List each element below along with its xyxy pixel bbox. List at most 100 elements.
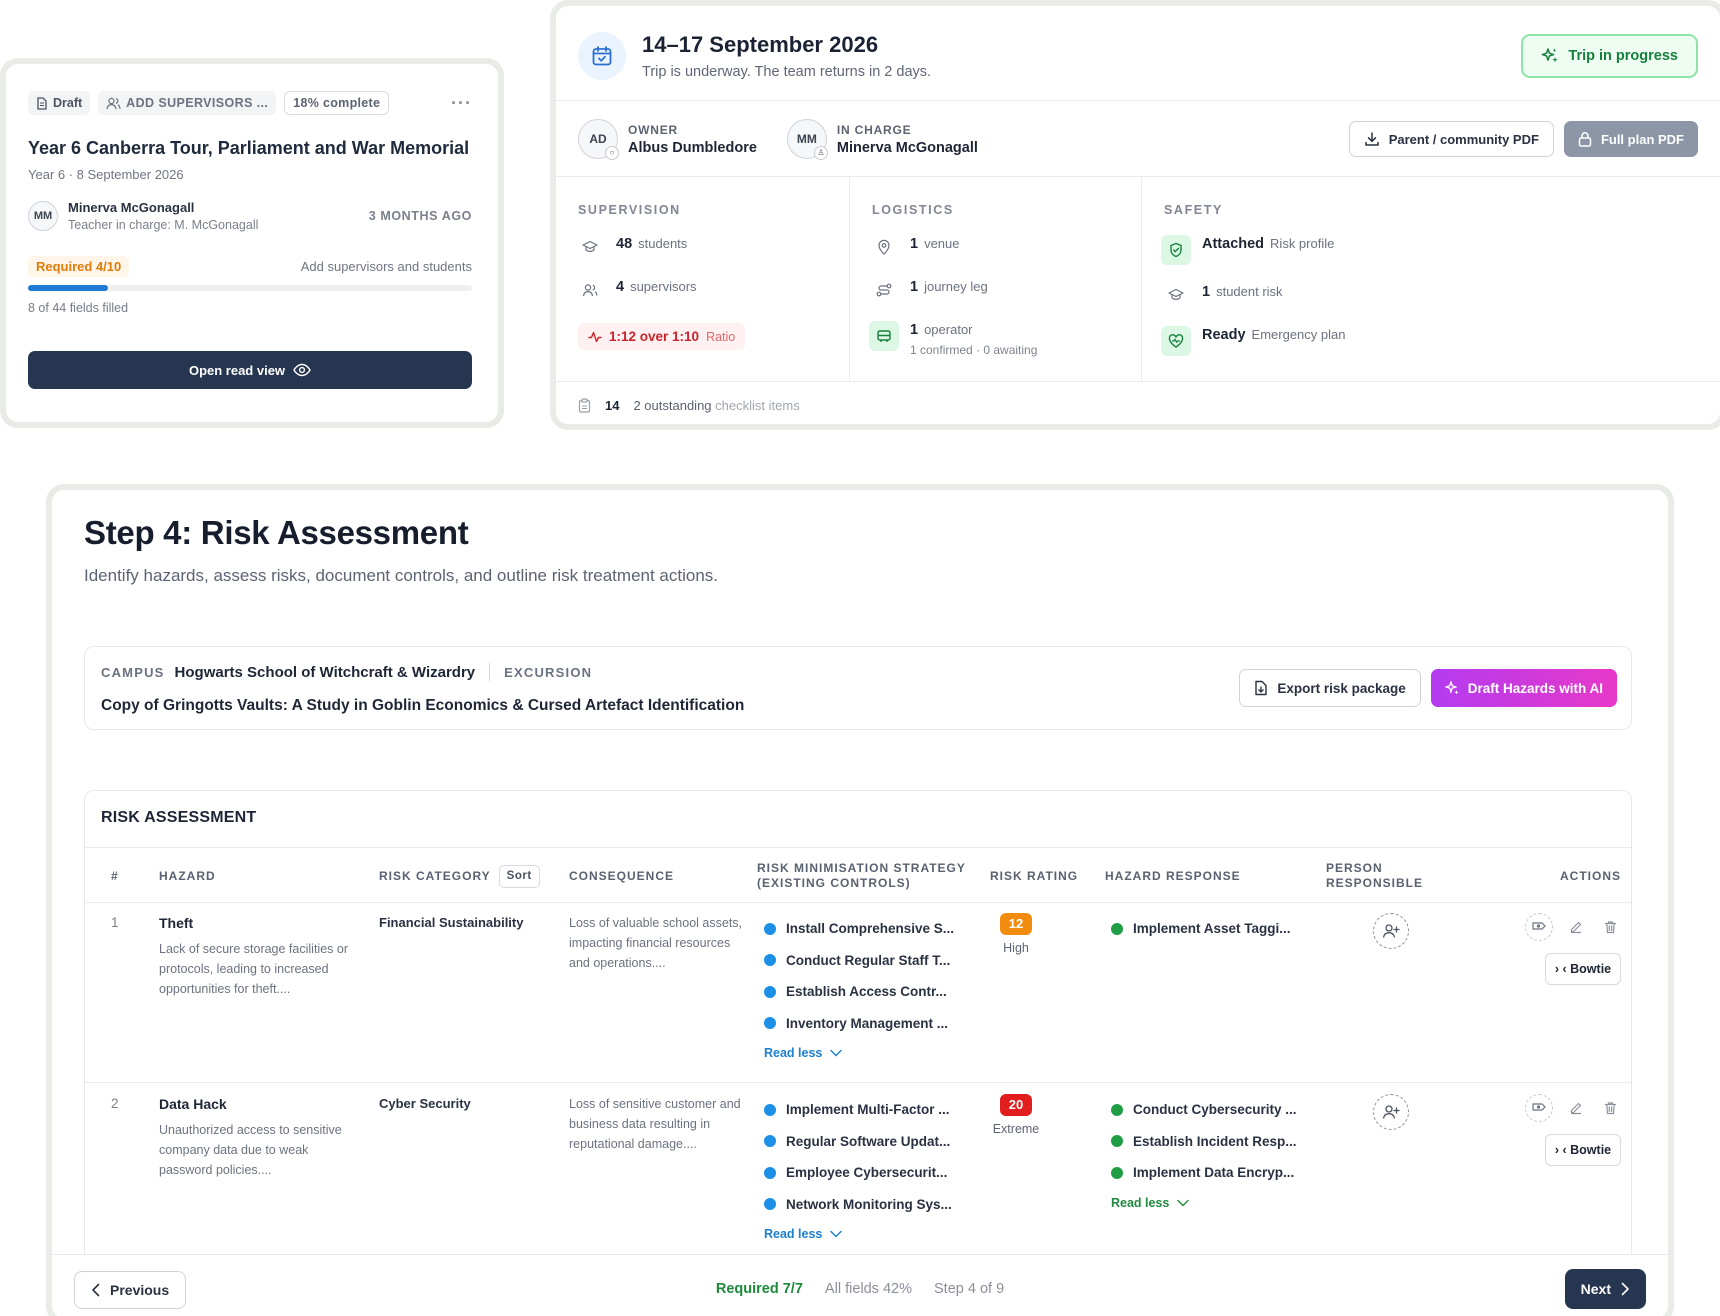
response-item[interactable]: Implement Asset Taggi... [1111,913,1311,945]
control-item[interactable]: Establish Access Contr... [764,976,954,1008]
table-title: RISK ASSESSMENT [101,809,257,826]
full-plan-pdf-button[interactable]: Full plan PDF [1563,121,1698,157]
read-less-label: Read less [764,1046,823,1060]
hazard-description: Lack of secure storage facilities or pro… [159,942,348,996]
response-item[interactable]: Conduct Cybersecurity ... [1111,1094,1311,1126]
sort-button[interactable]: Sort [498,864,540,888]
col-consequence: CONSEQUENCE [569,868,675,883]
avatar: AD ○ [578,119,619,160]
operator-stat: 1 operator 1 confirmed · 0 awaiting [869,321,1119,357]
control-item[interactable]: Inventory Management ... [764,1008,954,1040]
control-item[interactable]: Regular Software Updat... [764,1126,952,1158]
control-item[interactable]: Conduct Regular Staff T... [764,945,954,977]
bullet-dot-icon [1111,1166,1123,1179]
bowtie-button[interactable]: › ‹ Bowtie [1545,953,1621,985]
risk-assessment-step: Step 4: Risk Assessment Identify hazards… [46,484,1674,1316]
next-button[interactable]: Next [1564,1269,1646,1309]
response-read-less-toggle[interactable]: Read less [1111,1189,1311,1217]
hazard-name[interactable]: Data Hack [159,1096,359,1112]
consequence: Loss of valuable school assets, impactin… [569,916,743,970]
parent-pdf-label: Parent / community PDF [1388,131,1539,147]
control-text: Regular Software Updat... [786,1133,951,1149]
route-icon [872,278,896,302]
table-row: 1 Theft Lack of secure storage facilitie… [85,903,1631,1083]
control-item[interactable]: Employee Cybersecurit... [764,1157,952,1189]
controls-list: Implement Multi-Factor ... Regular Softwa… [764,1094,952,1248]
journey-stat: 1 journey leg [872,278,1119,303]
trip-summary-card: Draft ADD SUPERVISORS ... 18% complete ·… [0,58,504,428]
control-text: Employee Cybersecurit... [786,1165,948,1181]
row-number: 1 [111,915,119,930]
assign-person-button[interactable] [1373,1094,1409,1130]
trash-icon[interactable] [1599,916,1621,938]
bullet-dot-icon [1111,1103,1123,1116]
status-badge: Draft [28,91,91,115]
progress-fill [28,285,108,291]
students-label: students [638,236,688,251]
supervisors-stat: 4 supervisors [578,278,827,303]
controls-read-less-toggle[interactable]: Read less [764,1039,954,1067]
in-charge: MM ♙ IN CHARGE Minerva McGonagall [786,119,978,160]
risk-category: Cyber Security [379,1096,471,1111]
sparkle-icon [1444,680,1459,695]
more-dots-icon[interactable]: ··· [451,93,472,114]
table-header: # HAZARD RISK CATEGORY Sort CONSEQUENCE … [85,847,1631,903]
control-item[interactable]: Network Monitoring Sys... [764,1189,952,1221]
view-hazard-icon[interactable] [1525,913,1553,941]
download-icon [1364,132,1379,146]
control-text: Conduct Regular Staff T... [786,952,951,968]
add-supervisors-pill[interactable]: ADD SUPERVISORS ... [98,91,277,115]
view-hazard-icon[interactable] [1525,1094,1553,1122]
risk-level: Extreme [992,1122,1040,1136]
trip-dates: 14–17 September 2026 [642,32,879,57]
status-label: Draft [53,96,83,110]
control-item[interactable]: Implement Multi-Factor ... [764,1094,952,1126]
parent-pdf-button[interactable]: Parent / community PDF [1348,121,1554,157]
col-actions: ACTIONS [1560,868,1621,883]
trip-in-progress-button[interactable]: Trip in progress [1521,34,1698,78]
trash-icon[interactable] [1599,1097,1621,1119]
excursion-value: Copy of Gringotts Vaults: A Study in Gob… [101,697,745,714]
ai-label: Draft Hazards with AI [1467,680,1603,696]
trip-title[interactable]: Year 6 Canberra Tour, Parliament and War… [28,138,472,159]
teacher-name: Minerva McGonagall [68,200,195,215]
hazard-name[interactable]: Theft [159,915,359,931]
control-text: Network Monitoring Sys... [786,1196,952,1212]
step-progress: Required 7/7 All fields 42% Step 4 of 9 [52,1281,1668,1297]
assign-person-button[interactable] [1373,913,1409,949]
add-user-icon [1373,1094,1409,1130]
col-strategy-line2: (EXISTING CONTROLS) [757,876,911,890]
control-text: Implement Multi-Factor ... [786,1102,950,1118]
hazard-cell: Theft Lack of secure storage facilities … [159,915,359,999]
avatar: MM ♙ [786,119,828,160]
bowtie-button[interactable]: › ‹ Bowtie [1545,1134,1621,1166]
response-item[interactable]: Establish Incident Resp... [1111,1126,1311,1158]
owner: AD ○ OWNER Albus Dumbledore [578,119,757,160]
hazard-cell: Data Hack Unauthorized access to sensiti… [159,1096,359,1180]
step-footer: Previous Required 7/7 All fields 42% Ste… [52,1254,1668,1316]
draft-hazards-ai-button[interactable]: Draft Hazards with AI [1430,669,1617,707]
export-risk-package-button[interactable]: Export risk package [1239,669,1421,707]
risk-profile-label: Risk profile [1270,236,1335,251]
owner-initials: AD [589,132,607,146]
open-read-view-button[interactable]: Open read view [28,351,472,389]
responses-list: Implement Asset Taggi... [1111,913,1311,945]
bullet-dot-icon [764,1166,776,1179]
checklist-outstanding: 2 outstanding [633,398,712,413]
file-export-icon [1255,680,1268,696]
controls-read-less-toggle[interactable]: Read less [764,1220,952,1248]
checklist-footer[interactable]: 14 2 outstanding checklist items [578,398,800,413]
control-item[interactable]: Install Comprehensive S... [764,913,954,945]
student-risk-count: 1 [1202,284,1211,300]
response-item[interactable]: Implement Data Encryp... [1111,1157,1311,1189]
operator-sub: 1 confirmed · 0 awaiting [910,343,1038,357]
ratio-badge: 1:12 over 1:10 Ratio [578,323,746,350]
campus-value: Hogwarts School of Witchcraft & Wizardry [174,663,476,681]
completion-badge: 18% complete [284,91,390,115]
col-hazard: HAZARD [159,868,216,883]
students-count: 48 [616,236,633,252]
edit-icon[interactable] [1565,1097,1587,1119]
map-pin-icon [872,235,896,259]
col-person-line2: RESPONSIBLE [1326,876,1424,890]
edit-icon[interactable] [1565,916,1587,938]
